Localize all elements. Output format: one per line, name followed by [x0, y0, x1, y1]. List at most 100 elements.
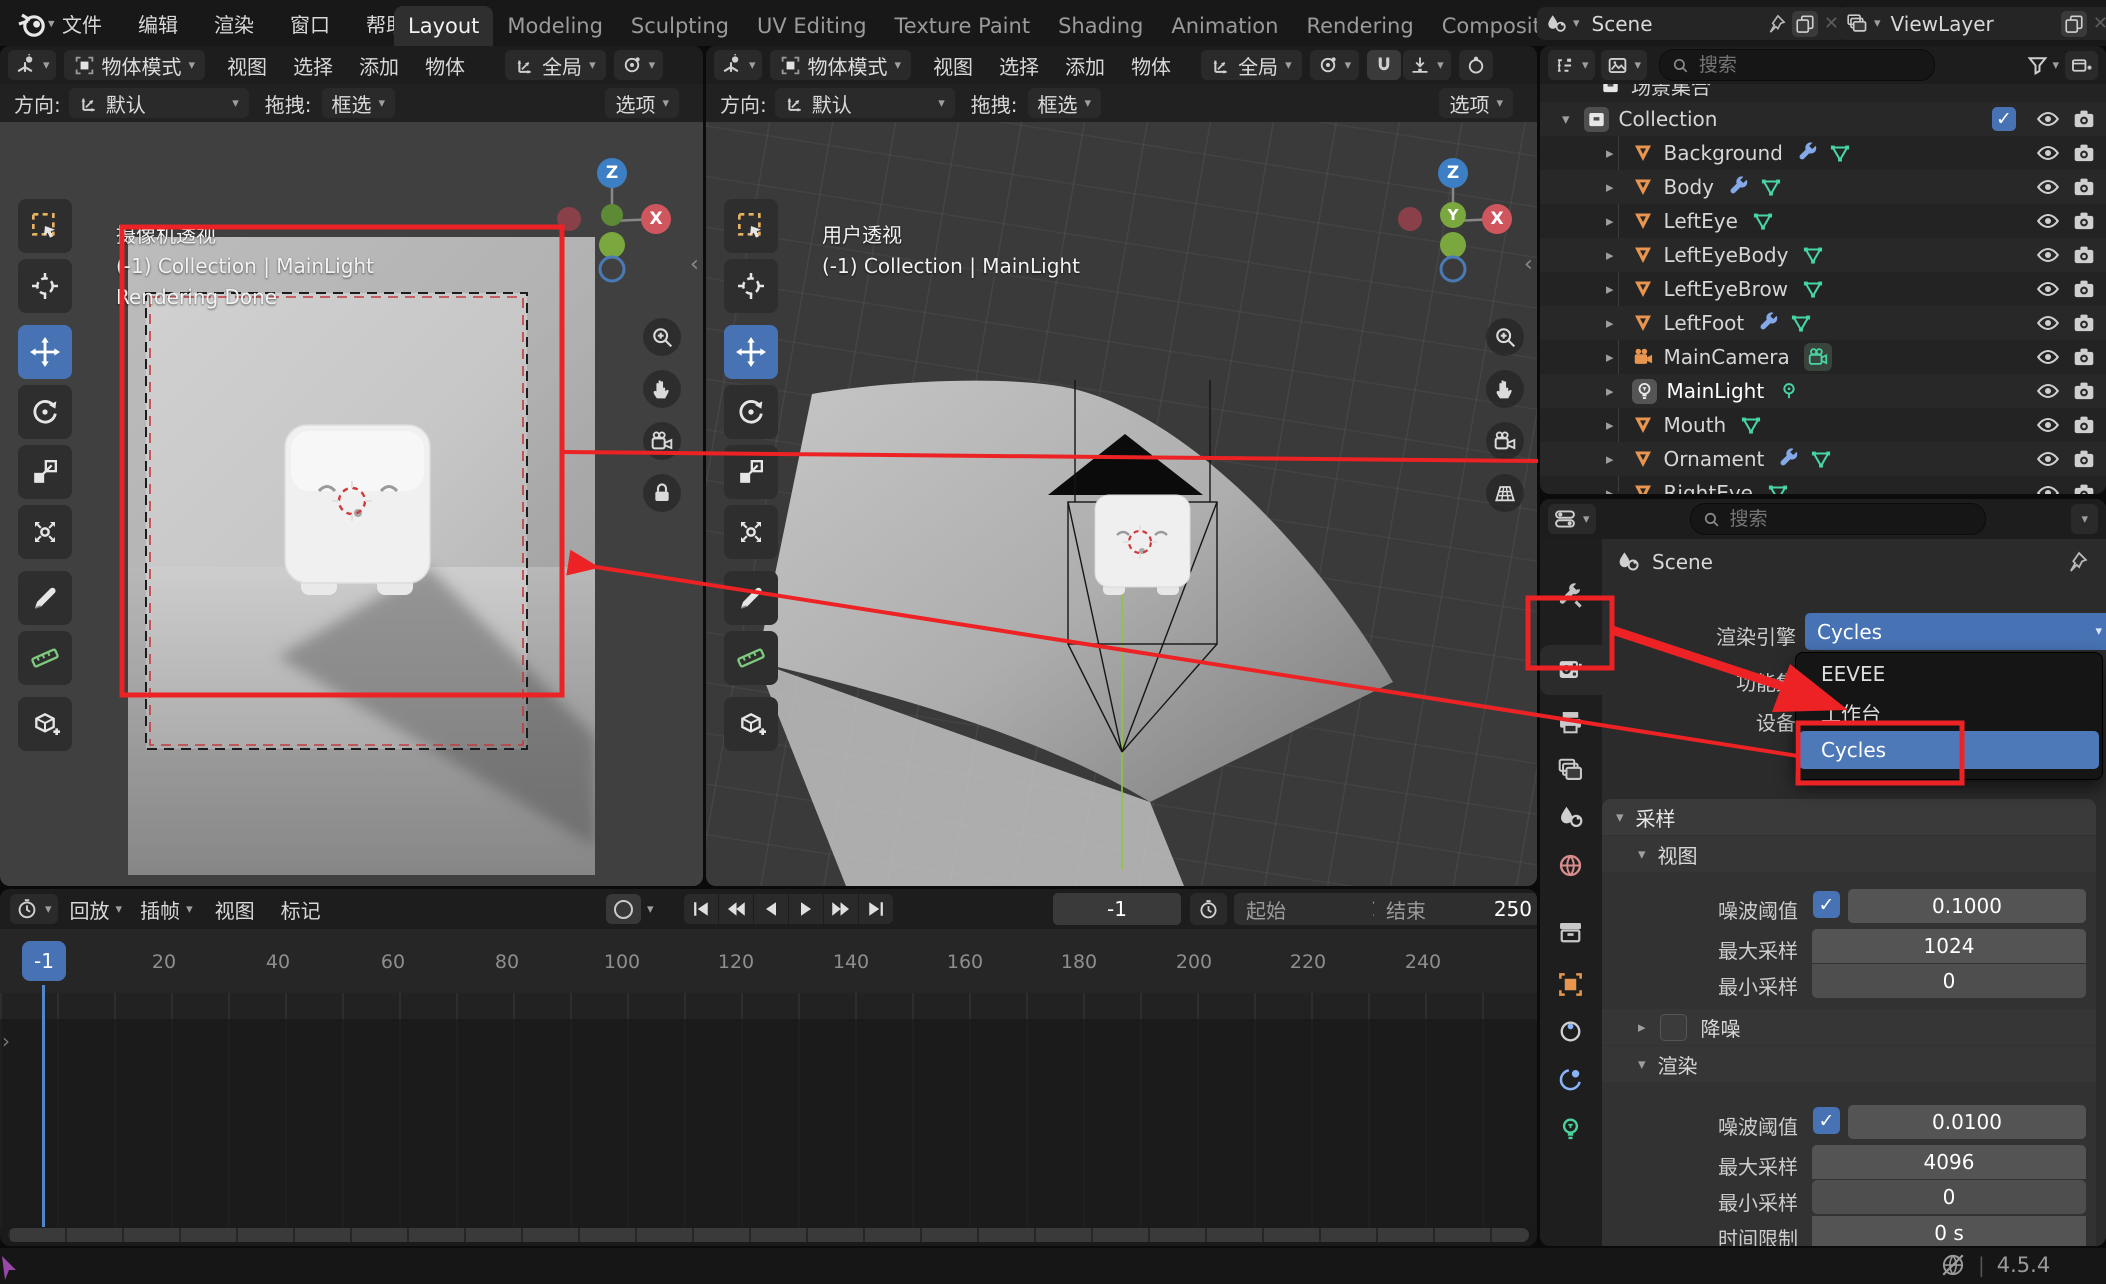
zoom-icon[interactable]	[1486, 318, 1524, 356]
autokey-button[interactable]	[606, 894, 641, 924]
tab-world[interactable]	[1557, 852, 1584, 879]
viewport-max-field[interactable]: 1024	[1812, 929, 2086, 963]
denoise-checkbox[interactable]	[1660, 1014, 1687, 1041]
outliner-filter-button[interactable]: ▾	[2027, 55, 2059, 76]
playhead-line[interactable]	[42, 985, 45, 1227]
playhead-badge[interactable]: -1	[22, 941, 66, 981]
tab-object-data[interactable]	[1557, 1116, 1584, 1143]
tab-physics[interactable]	[1557, 1066, 1584, 1093]
expand-icon[interactable]: ▸	[1606, 248, 1614, 263]
prev-keyframe-button[interactable]	[719, 894, 753, 924]
hide-viewport-icon[interactable]	[2036, 413, 2060, 437]
collection-checkbox[interactable]: ✓	[1992, 107, 2016, 131]
outliner-row[interactable]: ▸ Mouth	[1540, 408, 2106, 442]
options-button[interactable]: 选项▾	[1439, 88, 1513, 118]
current-frame-field[interactable]: -1	[1053, 893, 1181, 925]
menu-object[interactable]: 物体	[425, 51, 465, 80]
menu-file[interactable]: 文件	[62, 9, 102, 38]
workspace-tab-texturepaint[interactable]: Texture Paint	[881, 6, 1045, 46]
remove-viewlayer-button[interactable]: ✕	[2093, 13, 2106, 34]
disable-render-icon[interactable]	[2072, 413, 2096, 437]
workspace-tab-uvediting[interactable]: UV Editing	[743, 6, 881, 46]
hide-viewport-icon[interactable]	[2036, 141, 2060, 165]
jump-end-button[interactable]	[859, 894, 893, 924]
outliner-row-scene-collection[interactable]: 场景集合	[1540, 84, 2106, 102]
tool-rotate[interactable]	[18, 385, 72, 439]
disable-render-icon[interactable]	[2072, 175, 2096, 199]
orientation-default[interactable]: 默认▾	[775, 88, 955, 118]
menu-add[interactable]: 添加	[359, 51, 399, 80]
outliner-search[interactable]	[1659, 49, 1935, 81]
hide-viewport-icon[interactable]	[2036, 447, 2060, 471]
disable-render-icon[interactable]	[2072, 379, 2096, 403]
render-min-field[interactable]: 0	[1812, 1180, 2086, 1214]
outliner-row[interactable]: ▸ LeftEyeBody	[1540, 238, 2106, 272]
timecode-toggle[interactable]	[1190, 893, 1227, 925]
properties-search[interactable]	[1690, 503, 1986, 535]
panel-header-sampling[interactable]: ▾ 采样 ⠿	[1602, 799, 2096, 835]
autokey-dropdown[interactable]: ▾	[643, 903, 658, 916]
workspace-tab-shading[interactable]: Shading	[1044, 6, 1157, 46]
disable-render-icon[interactable]	[2072, 209, 2096, 233]
workspace-tab-animation[interactable]: Animation	[1157, 6, 1292, 46]
gizmo-x-axis[interactable]: X	[641, 204, 671, 234]
editor-type-button[interactable]: ▾	[714, 50, 762, 80]
pin-icon[interactable]	[2066, 551, 2088, 573]
tab-tool[interactable]	[1557, 583, 1584, 610]
camera-view-icon[interactable]	[643, 422, 681, 460]
tool-scale[interactable]	[724, 445, 778, 499]
expand-icon[interactable]: ▸	[1606, 384, 1614, 399]
play-button[interactable]	[789, 894, 823, 924]
subpanel-header-viewport[interactable]: ▾ 视图	[1602, 836, 2096, 872]
drag-mode[interactable]: 框选▾	[1028, 88, 1102, 118]
new-collection-button[interactable]	[2065, 51, 2098, 80]
editor-type-button[interactable]: ▾	[10, 894, 58, 924]
expand-icon[interactable]: ▸	[1606, 350, 1614, 365]
navigation-gizmo[interactable]: Z Y X	[1393, 157, 1513, 287]
viewlayer-selector[interactable]: ▾ ViewLayer ✕	[1838, 7, 2106, 40]
workspace-tab-rendering[interactable]: Rendering	[1292, 6, 1427, 46]
frame-start-field[interactable]: 起始1	[1234, 893, 1396, 925]
transform-orientation[interactable]: 全局▾	[1201, 50, 1302, 80]
frame-end-field[interactable]: 结束250	[1374, 893, 1537, 925]
timeline-ruler[interactable]: 20 40 60 80 100 120 140 160 180 200 220 …	[0, 929, 1537, 993]
pan-hand-icon[interactable]	[643, 370, 681, 408]
outliner-row[interactable]: ▸ Body	[1540, 170, 2106, 204]
gizmo-z-axis[interactable]: Z	[597, 158, 627, 188]
workspace-tab-layout[interactable]: Layout	[394, 6, 493, 46]
workspace-tab-sculpting[interactable]: Sculpting	[617, 6, 743, 46]
mode-selector[interactable]: 物体模式▾	[64, 50, 206, 80]
expand-icon[interactable]: ▸	[1606, 282, 1614, 297]
disable-render-icon[interactable]	[2072, 345, 2096, 369]
proportional-editing[interactable]	[1459, 50, 1493, 80]
tool-add-cube[interactable]	[18, 697, 72, 751]
pin-icon[interactable]	[1766, 14, 1786, 34]
gizmo-x-axis[interactable]: X	[1482, 204, 1512, 234]
expand-icon[interactable]: ▸	[1606, 316, 1614, 331]
tool-annotate[interactable]	[724, 571, 778, 625]
menu-select[interactable]: 选择	[293, 51, 333, 80]
render-noise-checkbox[interactable]: ✓	[1813, 1107, 1840, 1134]
properties-options-button[interactable]: ▾	[2071, 504, 2098, 534]
hide-viewport-icon[interactable]	[2036, 243, 2060, 267]
channel-expand-arrow[interactable]: ›	[2, 1029, 10, 1053]
tool-rotate[interactable]	[724, 385, 778, 439]
hide-viewport-icon[interactable]	[2036, 311, 2060, 335]
new-scene-button[interactable]	[1792, 11, 1818, 37]
mode-selector[interactable]: 物体模式▾	[770, 50, 912, 80]
tab-scene[interactable]	[1557, 804, 1584, 831]
menu-select[interactable]: 选择	[999, 51, 1039, 80]
disable-render-icon[interactable]	[2072, 277, 2096, 301]
outliner-filter-id[interactable]: ▾	[1601, 50, 1648, 80]
pivot-point[interactable]: ▾	[614, 50, 664, 80]
pan-hand-icon[interactable]	[1486, 370, 1524, 408]
hide-viewport-icon[interactable]	[2036, 175, 2060, 199]
disable-render-icon[interactable]	[2072, 481, 2096, 494]
viewport-character[interactable]	[1095, 495, 1190, 595]
timeline-tracks[interactable]: ›	[0, 993, 1537, 1227]
sidebar-collapse-arrow[interactable]: ‹	[1524, 252, 1533, 277]
workspace-tab-modeling[interactable]: Modeling	[493, 6, 617, 46]
transform-orientation[interactable]: 全局▾	[505, 50, 606, 80]
hide-viewport-icon[interactable]	[2036, 345, 2060, 369]
menu-marker[interactable]: 标记	[281, 895, 321, 924]
